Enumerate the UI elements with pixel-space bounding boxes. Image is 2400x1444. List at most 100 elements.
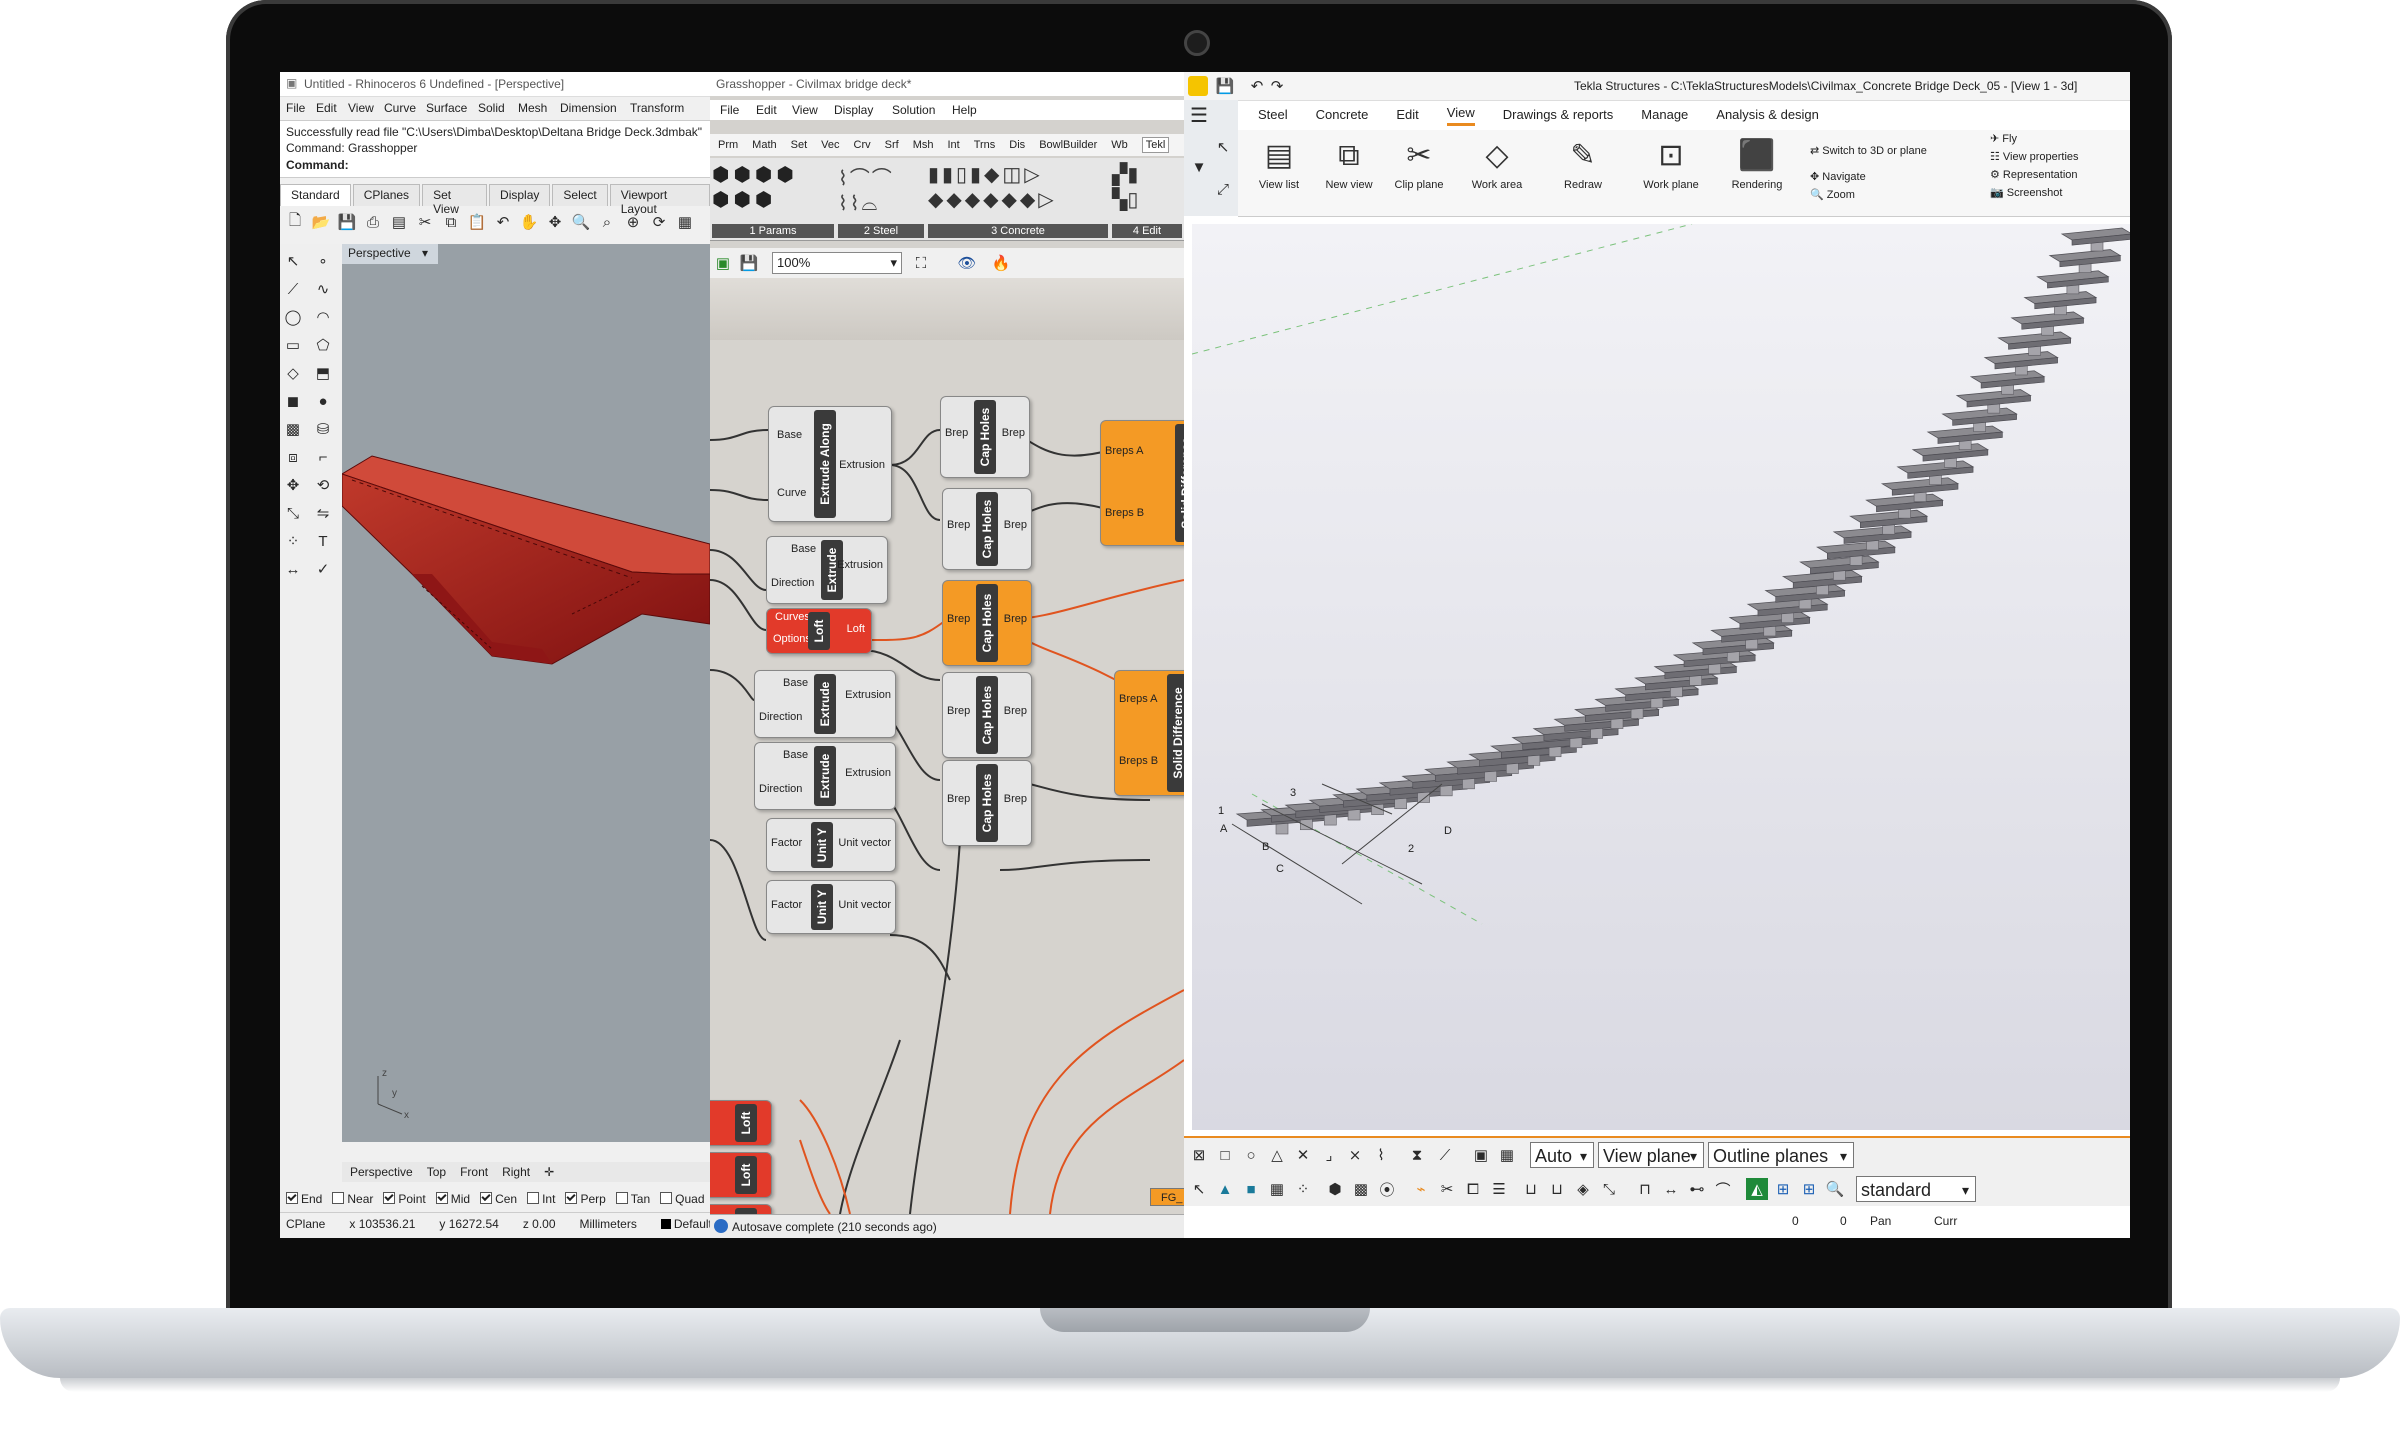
zoom-icon[interactable]: 🔍	[570, 211, 592, 233]
mirror-icon[interactable]: ⇋	[312, 502, 334, 524]
params-icons[interactable]: ⬢⬢⬢⬢ ⬢⬢⬢	[712, 162, 834, 222]
import-icon[interactable]: ▤	[388, 211, 410, 233]
vp-tab-right[interactable]: Right	[502, 1165, 530, 1180]
vp-tab-front[interactable]: Front	[460, 1165, 488, 1180]
snap-box-icon[interactable]: ⊠	[1188, 1144, 1210, 1166]
boolean-icon[interactable]: ⧈	[282, 446, 304, 468]
redo-icon[interactable]: ↷	[1266, 75, 1288, 97]
osnap-perp[interactable]: Perp	[565, 1192, 606, 1206]
gh-cat-set[interactable]: Set	[791, 138, 808, 152]
rotate-icon[interactable]: ⟲	[312, 474, 334, 496]
concrete-icons[interactable]: ▮▮▯▮◆◫▷ ◆◆◆◆◆◆▷	[928, 162, 1108, 222]
zoom-icon[interactable]: 🔍	[1824, 1178, 1846, 1200]
select-part-icon[interactable]: ■	[1240, 1178, 1262, 1200]
tab-select[interactable]: Select	[552, 184, 608, 206]
snap-hourglass-icon[interactable]: ⧗	[1406, 1144, 1428, 1166]
node-loft[interactable]: Curves Options Loft Loft	[766, 608, 872, 654]
zoom-extents-icon[interactable]: ⊕	[622, 211, 644, 233]
rectangle-icon[interactable]: ▭	[282, 334, 304, 356]
gh-menu-help[interactable]: Help	[952, 103, 977, 118]
node-extrude-along[interactable]: Base Curve Extrude Along Extrusion	[768, 406, 892, 522]
scale-icon[interactable]: ⤡	[282, 502, 304, 524]
analyze-icon[interactable]: ✓	[312, 558, 334, 580]
select-bolt-icon[interactable]: ⦿	[1376, 1178, 1398, 1200]
triangle-down-icon[interactable]: ▼	[1188, 156, 1210, 178]
scissors-icon[interactable]: ✂	[1436, 1178, 1458, 1200]
snap-orange-icon[interactable]: ⌁	[1410, 1178, 1432, 1200]
move-view-icon[interactable]: ✥	[544, 211, 566, 233]
menu-transform[interactable]: Transform	[630, 101, 684, 116]
gh-cat-prm[interactable]: Prm	[718, 138, 738, 152]
gh-menu-solution[interactable]: Solution	[892, 103, 935, 118]
snap-icon[interactable]: ⤢	[1212, 178, 1234, 200]
edit-icons[interactable]: ▞▮ ▚▯	[1112, 162, 1182, 222]
gh-cat-srf[interactable]: Srf	[885, 138, 899, 152]
zoom-button[interactable]: 🔍 Zoom	[1810, 188, 1855, 202]
point-icon[interactable]: ∘	[312, 250, 334, 272]
cut-icon[interactable]: ✂	[414, 211, 436, 233]
snap-mode-select[interactable]: Auto	[1530, 1142, 1594, 1169]
viewport-title-tab[interactable]: Perspective ▾	[342, 244, 438, 264]
menu-hamburger-icon[interactable]: ☰	[1188, 104, 1210, 127]
girder-segment[interactable]	[1926, 425, 2004, 450]
polygon-icon[interactable]: ⬠	[312, 334, 334, 356]
menu-file[interactable]: File	[286, 101, 305, 116]
gh-canvas[interactable]: Base Curve Extrude Along Extrusion Base …	[710, 340, 1184, 1238]
snap-corner-icon[interactable]: ⌟	[1318, 1144, 1340, 1166]
dimension-icon[interactable]: ↔	[282, 558, 304, 580]
select-blue-grid-icon[interactable]: ⊞	[1772, 1178, 1794, 1200]
snap-grid-icon[interactable]: ▦	[1496, 1144, 1518, 1166]
gh-menu-view[interactable]: View	[792, 103, 818, 118]
tab-manage[interactable]: Manage	[1641, 107, 1688, 123]
screenshot-button[interactable]: 📷 Screenshot	[1990, 186, 2062, 200]
undo-icon[interactable]: ↶	[492, 211, 514, 233]
layers-icon[interactable]: ◈	[1572, 1178, 1594, 1200]
node-loft[interactable]: Loft	[710, 1152, 772, 1198]
extrude-icon[interactable]: ⬒	[312, 362, 334, 384]
gh-cat-int[interactable]: Int	[947, 138, 959, 152]
select-connect-icon[interactable]: ⊷	[1686, 1178, 1708, 1200]
view-list-button[interactable]: ▤ View list	[1244, 134, 1314, 192]
rotate-view-icon[interactable]: ⟳	[648, 211, 670, 233]
move-icon[interactable]: ✥	[282, 474, 304, 496]
work-plane-button[interactable]: ⊡ Work plane	[1636, 134, 1706, 192]
zoom-extents-icon[interactable]: ⛶	[910, 252, 932, 274]
print-icon[interactable]: ⎙	[362, 211, 384, 233]
box-icon[interactable]: ◼	[282, 390, 304, 412]
select-curve-icon[interactable]: ⌒	[1712, 1178, 1734, 1200]
select-list-icon[interactable]: ☰	[1488, 1178, 1510, 1200]
circle-icon[interactable]: ◯	[282, 306, 304, 328]
snap-point-icon[interactable]: ▣	[1470, 1144, 1492, 1166]
snap-intersect-icon[interactable]: ⨯	[1344, 1144, 1366, 1166]
girder-segment[interactable]	[1997, 331, 2072, 356]
navigate-button[interactable]: ✥ Navigate	[1810, 170, 1866, 184]
tab-analysis-design[interactable]: Analysis & design	[1716, 107, 1819, 123]
status-cplane[interactable]: CPlane	[286, 1217, 325, 1231]
layer-icon[interactable]: ▦	[674, 211, 696, 233]
steel-icons[interactable]: ⌇⌒⌒ ⌇⌇⌓	[838, 162, 924, 222]
select-arrow-icon[interactable]: ↖	[282, 250, 304, 272]
osnap-int[interactable]: Int	[527, 1192, 555, 1206]
node-solid-difference[interactable]: Breps A Breps B Solid Difference	[1114, 670, 1184, 796]
node-cap-holes-selected[interactable]: Brep Cap Holes Brep	[942, 580, 1032, 666]
gh-cat-wb[interactable]: Wb	[1111, 138, 1128, 152]
menu-surface[interactable]: Surface	[426, 101, 467, 116]
node-extrude[interactable]: Base Direction Extrude Extrusion	[766, 536, 888, 604]
gh-cat-dis[interactable]: Dis	[1009, 138, 1025, 152]
menu-view[interactable]: View	[348, 101, 374, 116]
add-viewport-icon[interactable]: ✛	[544, 1165, 554, 1180]
rendering-button[interactable]: ⬛ Rendering	[1722, 134, 1792, 192]
select-points-icon[interactable]: ⁘	[1292, 1178, 1314, 1200]
tab-concrete[interactable]: Concrete	[1316, 107, 1369, 123]
node-extrude[interactable]: Base Direction Extrude Extrusion	[754, 670, 896, 738]
menu-mesh[interactable]: Mesh	[518, 101, 547, 116]
tab-standard[interactable]: Standard	[280, 184, 351, 206]
rhino-perspective-viewport[interactable]: z y x	[340, 244, 711, 1142]
osnap-cen[interactable]: Cen	[480, 1192, 517, 1206]
select-arrow-icon[interactable]: ↖	[1212, 136, 1234, 158]
node-cap-holes[interactable]: Brep Cap Holes Brep	[942, 672, 1032, 758]
girder-segment[interactable]	[1955, 389, 2032, 414]
outline-select[interactable]: Outline planes	[1708, 1142, 1854, 1169]
select-frame-icon[interactable]: ⧠	[1462, 1178, 1484, 1200]
standard-select[interactable]: standard	[1856, 1176, 1976, 1203]
